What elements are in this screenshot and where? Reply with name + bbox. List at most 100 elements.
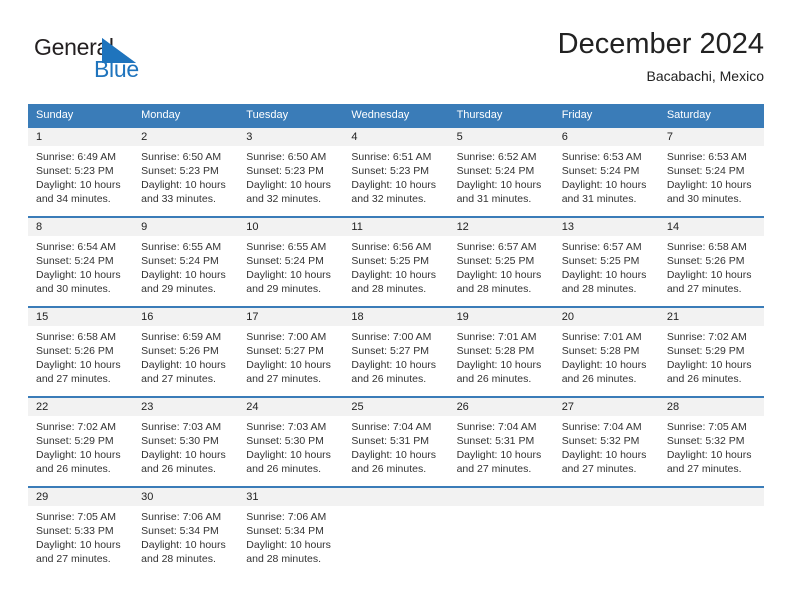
daylight-text-line2: and 31 minutes. bbox=[561, 193, 637, 205]
day-cell[interactable]: Sunrise: 6:58 AM Sunset: 5:26 PM Dayligh… bbox=[659, 236, 764, 306]
day-number[interactable]: 13 bbox=[554, 218, 659, 236]
daylight-text-line1: Daylight: 10 hours bbox=[456, 269, 542, 281]
sunset-text: Sunset: 5:25 PM bbox=[561, 255, 640, 267]
day-cell[interactable]: Sunrise: 6:58 AM Sunset: 5:26 PM Dayligh… bbox=[28, 326, 133, 396]
daylight-text-line1: Daylight: 10 hours bbox=[36, 359, 121, 371]
page-header: General Blue December 2024 Bacabachi, Me… bbox=[28, 26, 764, 98]
day-cell[interactable]: Sunrise: 7:06 AM Sunset: 5:34 PM Dayligh… bbox=[238, 506, 343, 576]
daylight-text-line2: and 27 minutes. bbox=[666, 463, 742, 475]
day-number[interactable]: 27 bbox=[554, 398, 659, 416]
day-cell[interactable]: Sunrise: 7:02 AM Sunset: 5:29 PM Dayligh… bbox=[28, 416, 133, 486]
daylight-text-line1: Daylight: 10 hours bbox=[36, 269, 121, 281]
sunset-text: Sunset: 5:24 PM bbox=[141, 255, 219, 267]
day-number[interactable]: 24 bbox=[238, 398, 343, 416]
day-number[interactable]: 8 bbox=[28, 218, 133, 236]
daylight-text-line2: and 27 minutes. bbox=[141, 373, 216, 385]
day-number[interactable]: 16 bbox=[133, 308, 238, 326]
sunrise-text: Sunrise: 6:55 AM bbox=[141, 241, 222, 253]
sunset-text: Sunset: 5:26 PM bbox=[36, 345, 114, 357]
day-number[interactable]: 21 bbox=[659, 308, 764, 326]
sunset-text: Sunset: 5:29 PM bbox=[666, 345, 745, 357]
day-cell[interactable]: Sunrise: 6:59 AM Sunset: 5:26 PM Dayligh… bbox=[133, 326, 238, 396]
day-number[interactable]: 4 bbox=[343, 128, 448, 146]
day-number[interactable]: 22 bbox=[28, 398, 133, 416]
day-number[interactable]: 6 bbox=[554, 128, 659, 146]
day-number[interactable]: 31 bbox=[238, 488, 343, 506]
day-cell[interactable]: Sunrise: 7:04 AM Sunset: 5:32 PM Dayligh… bbox=[554, 416, 659, 486]
daylight-text-line1: Daylight: 10 hours bbox=[246, 449, 331, 461]
weekday-header-friday: Friday bbox=[561, 109, 593, 121]
sunrise-text: Sunrise: 6:53 AM bbox=[666, 151, 747, 163]
daylight-text-line2: and 27 minutes. bbox=[456, 463, 532, 475]
daylight-text-line1: Daylight: 10 hours bbox=[351, 359, 437, 371]
day-number[interactable]: 18 bbox=[343, 308, 448, 326]
day-cell[interactable]: Sunrise: 7:00 AM Sunset: 5:27 PM Dayligh… bbox=[238, 326, 343, 396]
day-number[interactable]: 11 bbox=[343, 218, 448, 236]
day-cell[interactable]: Sunrise: 6:57 AM Sunset: 5:25 PM Dayligh… bbox=[554, 236, 659, 306]
weekday-header-tuesday: Tuesday bbox=[246, 109, 289, 121]
day-number[interactable]: 5 bbox=[449, 128, 554, 146]
day-number[interactable]: 26 bbox=[449, 398, 554, 416]
day-number[interactable]: 14 bbox=[659, 218, 764, 236]
daylight-text-line2: and 28 minutes. bbox=[141, 553, 216, 565]
daylight-text-line2: and 27 minutes. bbox=[36, 553, 111, 565]
daylight-text-line1: Daylight: 10 hours bbox=[141, 539, 226, 551]
daylight-text-line2: and 26 minutes. bbox=[141, 463, 216, 475]
daylight-text-line1: Daylight: 10 hours bbox=[36, 539, 121, 551]
day-number[interactable]: 9 bbox=[133, 218, 238, 236]
day-number[interactable]: 7 bbox=[659, 128, 764, 146]
day-number[interactable]: 10 bbox=[238, 218, 343, 236]
day-cell[interactable]: Sunrise: 7:06 AM Sunset: 5:34 PM Dayligh… bbox=[133, 506, 238, 576]
day-cell[interactable]: Sunrise: 6:54 AM Sunset: 5:24 PM Dayligh… bbox=[28, 236, 133, 306]
sunset-text: Sunset: 5:28 PM bbox=[561, 345, 640, 357]
daylight-text-line2: and 34 minutes. bbox=[36, 193, 111, 205]
day-number[interactable]: 1 bbox=[28, 128, 133, 146]
day-cell[interactable]: Sunrise: 7:03 AM Sunset: 5:30 PM Dayligh… bbox=[238, 416, 343, 486]
day-cell[interactable]: Sunrise: 7:00 AM Sunset: 5:27 PM Dayligh… bbox=[343, 326, 448, 396]
daylight-text-line2: and 27 minutes. bbox=[36, 373, 111, 385]
sunset-text: Sunset: 5:23 PM bbox=[141, 165, 219, 177]
daylight-text-line2: and 26 minutes. bbox=[666, 373, 742, 385]
day-number[interactable]: 28 bbox=[659, 398, 764, 416]
day-cell[interactable]: Sunrise: 7:04 AM Sunset: 5:31 PM Dayligh… bbox=[449, 416, 554, 486]
day-cell[interactable]: Sunrise: 7:03 AM Sunset: 5:30 PM Dayligh… bbox=[133, 416, 238, 486]
day-number[interactable]: 3 bbox=[238, 128, 343, 146]
day-number[interactable]: 20 bbox=[554, 308, 659, 326]
title-block: December 2024 Bacabachi, Mexico bbox=[558, 26, 764, 86]
daylight-text-line2: and 26 minutes. bbox=[456, 373, 532, 385]
day-number[interactable]: 30 bbox=[133, 488, 238, 506]
daylight-text-line1: Daylight: 10 hours bbox=[456, 359, 542, 371]
day-number[interactable]: 25 bbox=[343, 398, 448, 416]
day-cell[interactable]: Sunrise: 6:49 AM Sunset: 5:23 PM Dayligh… bbox=[28, 146, 133, 216]
day-cell[interactable]: Sunrise: 6:56 AM Sunset: 5:25 PM Dayligh… bbox=[343, 236, 448, 306]
week-row: 1 2 3 4 5 6 7 Sunrise: 6:49 AM Sunset: 5… bbox=[28, 126, 764, 216]
day-cell[interactable]: Sunrise: 7:04 AM Sunset: 5:31 PM Dayligh… bbox=[343, 416, 448, 486]
day-cell[interactable]: Sunrise: 7:05 AM Sunset: 5:33 PM Dayligh… bbox=[28, 506, 133, 576]
day-cell[interactable]: Sunrise: 7:05 AM Sunset: 5:32 PM Dayligh… bbox=[659, 416, 764, 486]
day-number[interactable]: 15 bbox=[28, 308, 133, 326]
daylight-text-line2: and 32 minutes. bbox=[246, 193, 321, 205]
day-cell[interactable]: Sunrise: 6:50 AM Sunset: 5:23 PM Dayligh… bbox=[133, 146, 238, 216]
generalblue-logo[interactable]: General Blue bbox=[34, 34, 214, 92]
day-cell[interactable]: Sunrise: 6:51 AM Sunset: 5:23 PM Dayligh… bbox=[343, 146, 448, 216]
day-cell[interactable]: Sunrise: 7:01 AM Sunset: 5:28 PM Dayligh… bbox=[554, 326, 659, 396]
day-cell[interactable]: Sunrise: 6:52 AM Sunset: 5:24 PM Dayligh… bbox=[449, 146, 554, 216]
day-cell[interactable]: Sunrise: 6:55 AM Sunset: 5:24 PM Dayligh… bbox=[133, 236, 238, 306]
day-cell[interactable]: Sunrise: 6:53 AM Sunset: 5:24 PM Dayligh… bbox=[554, 146, 659, 216]
day-number[interactable]: 19 bbox=[449, 308, 554, 326]
day-number[interactable]: 23 bbox=[133, 398, 238, 416]
day-number[interactable]: 2 bbox=[133, 128, 238, 146]
day-cell[interactable]: Sunrise: 6:57 AM Sunset: 5:25 PM Dayligh… bbox=[449, 236, 554, 306]
day-cell[interactable]: Sunrise: 7:02 AM Sunset: 5:29 PM Dayligh… bbox=[659, 326, 764, 396]
sunrise-text: Sunrise: 7:02 AM bbox=[666, 331, 747, 343]
day-number[interactable]: 29 bbox=[28, 488, 133, 506]
day-number-empty bbox=[659, 488, 764, 506]
day-number[interactable]: 12 bbox=[449, 218, 554, 236]
day-cell[interactable]: Sunrise: 7:01 AM Sunset: 5:28 PM Dayligh… bbox=[449, 326, 554, 396]
day-cell[interactable]: Sunrise: 6:55 AM Sunset: 5:24 PM Dayligh… bbox=[238, 236, 343, 306]
day-cell[interactable]: Sunrise: 6:50 AM Sunset: 5:23 PM Dayligh… bbox=[238, 146, 343, 216]
day-cell[interactable]: Sunrise: 6:53 AM Sunset: 5:24 PM Dayligh… bbox=[659, 146, 764, 216]
day-number[interactable]: 17 bbox=[238, 308, 343, 326]
week-row: 22 23 24 25 26 27 28 Sunrise: 7:02 AM Su… bbox=[28, 396, 764, 486]
day-number-empty bbox=[449, 488, 554, 506]
